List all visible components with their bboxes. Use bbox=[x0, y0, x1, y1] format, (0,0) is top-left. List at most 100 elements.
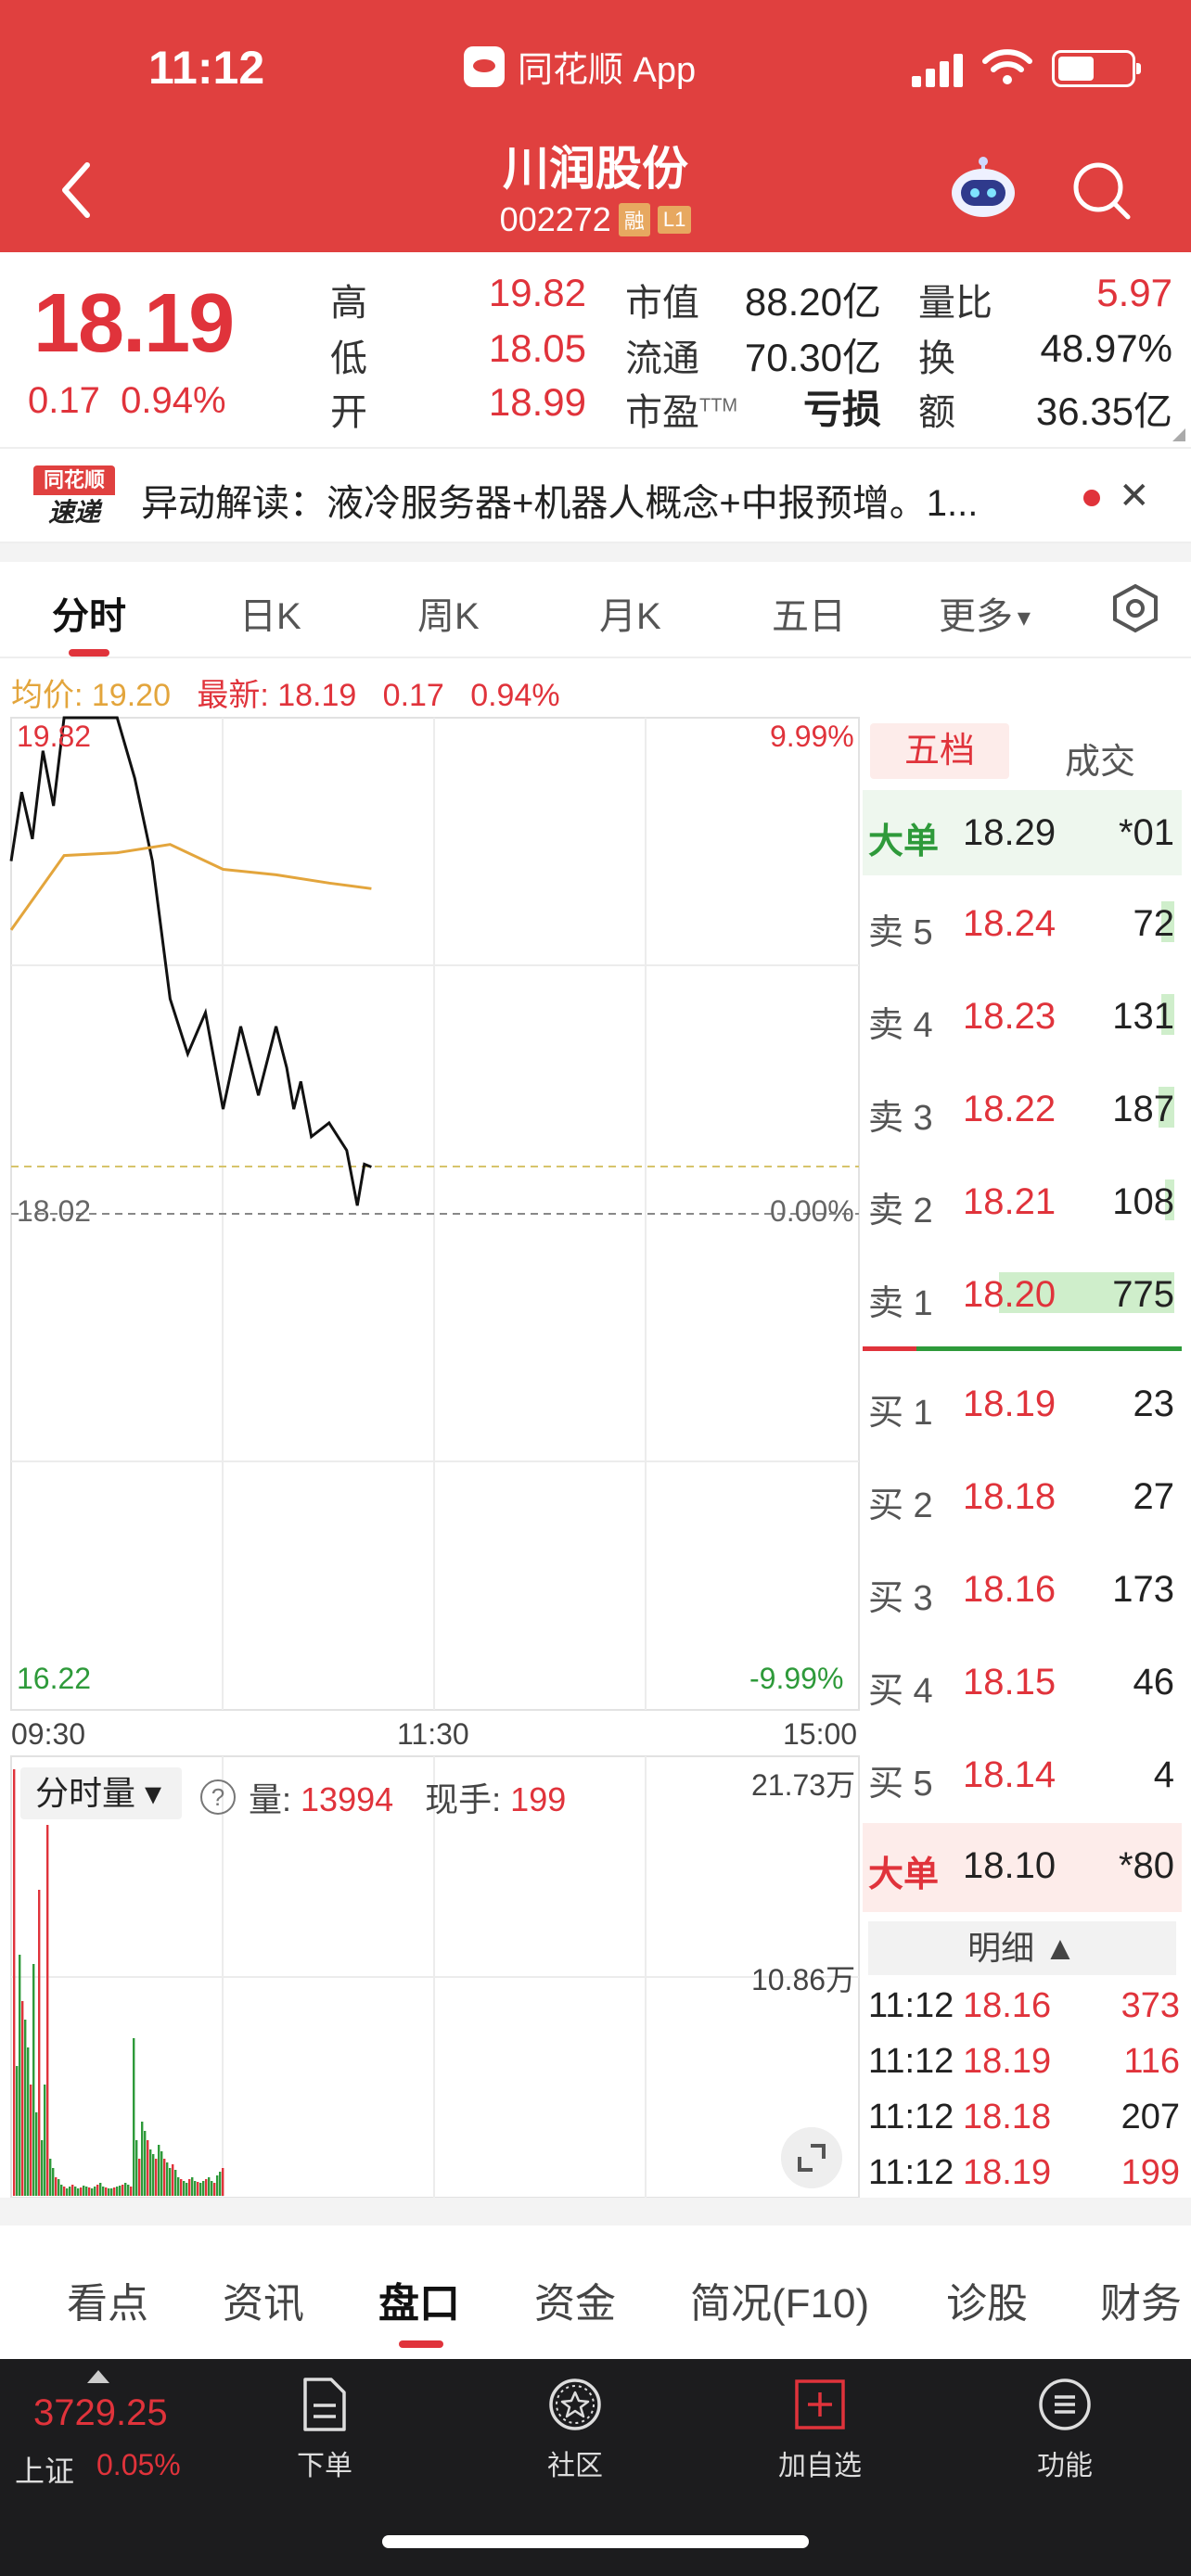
avg-price-line-series bbox=[9, 843, 372, 931]
trade-time: 11:12 bbox=[868, 2098, 954, 2136]
tab-f10-profile[interactable]: 简况(F10) bbox=[690, 2270, 869, 2329]
trade-volume: 207 bbox=[1121, 2098, 1180, 2136]
price-change: 0.17 0.94% bbox=[28, 380, 226, 422]
search-icon[interactable] bbox=[1070, 159, 1133, 223]
volume-bar bbox=[122, 2185, 124, 2196]
level-badge: L1 bbox=[657, 206, 692, 234]
hexagon-settings-icon[interactable] bbox=[1109, 582, 1161, 634]
volume-bar bbox=[71, 2185, 74, 2196]
x-axis-start: 09:30 bbox=[11, 1717, 86, 1751]
trade-time: 11:12 bbox=[868, 2042, 954, 2081]
big-sell-label: 大单 bbox=[868, 823, 940, 861]
bid-volume: 4 bbox=[1153, 1754, 1174, 1795]
amount-value: 36.35亿 bbox=[1035, 389, 1172, 433]
ask-volume: 187 bbox=[1112, 1089, 1174, 1129]
volume-bar bbox=[91, 2188, 94, 2196]
volume-bar bbox=[155, 2159, 158, 2196]
volume-bar bbox=[166, 2162, 169, 2196]
ask-price: 18.22 bbox=[963, 1089, 1057, 1129]
tab-highlights[interactable]: 看点 bbox=[67, 2270, 148, 2329]
tab-news[interactable]: 资讯 bbox=[223, 2270, 304, 2329]
tab-funds[interactable]: 资金 bbox=[534, 2270, 616, 2329]
fullscreen-expand-icon[interactable] bbox=[781, 2127, 842, 2188]
big-sell-price: 18.29 bbox=[963, 812, 1057, 853]
index-price[interactable]: 3729.25 bbox=[33, 2392, 168, 2434]
tab-diagnosis[interactable]: 诊股 bbox=[946, 2270, 1028, 2329]
robot-assistant-icon[interactable] bbox=[948, 156, 1018, 221]
nav-add-watchlist-label: 加自选 bbox=[778, 2451, 862, 2481]
help-icon[interactable]: ? bbox=[200, 1779, 236, 1815]
tab-five-levels[interactable]: 五档 bbox=[870, 723, 1009, 779]
volume-label: 量: 13994 bbox=[249, 1773, 393, 1821]
hand-label-text: 现手: bbox=[425, 1780, 502, 1818]
ask-label: 卖 5 bbox=[868, 913, 933, 952]
tab-more-label: 更多 bbox=[939, 596, 1013, 637]
tab-monthly-k[interactable]: 月K bbox=[599, 586, 661, 640]
latest-pct: 0.94% bbox=[470, 678, 560, 713]
status-app-indicator[interactable]: 同花顺 App bbox=[464, 41, 696, 92]
float-value: 70.30亿 bbox=[744, 336, 881, 379]
tab-intraday[interactable]: 分时 bbox=[52, 586, 126, 640]
bid-volume: 173 bbox=[1112, 1569, 1174, 1610]
index-pct: 0.05% bbox=[96, 2448, 181, 2481]
volume-bar bbox=[222, 2168, 224, 2196]
pe-label: 市盈TTM bbox=[625, 382, 737, 436]
notice-text: 异动解读：液冷服务器+机器人概念+中报预增。1... bbox=[141, 483, 979, 524]
tab-financials[interactable]: 财务 bbox=[1100, 2270, 1182, 2329]
big-buy-vol: *80 bbox=[1118, 1845, 1174, 1886]
volume-bar bbox=[199, 2183, 202, 2196]
ask-label: 卖 1 bbox=[868, 1284, 933, 1323]
volume-bar bbox=[211, 2181, 213, 2196]
volume-bar bbox=[41, 2140, 44, 2196]
detail-toggle[interactable]: 明细 ▲ bbox=[868, 1921, 1176, 1975]
volume-value: 13994 bbox=[301, 1780, 394, 1818]
nav-place-order[interactable]: 下单 bbox=[250, 2376, 399, 2483]
volume-bar bbox=[108, 2188, 110, 2196]
tab-trades[interactable]: 成交 bbox=[1065, 733, 1135, 784]
stock-code: 002272 bbox=[499, 200, 611, 238]
latest-price: 最新: 18.19 bbox=[197, 678, 357, 713]
low-value: 18.05 bbox=[488, 326, 586, 370]
ask-label: 卖 4 bbox=[868, 1006, 933, 1045]
expand-corner-icon[interactable] bbox=[1172, 428, 1185, 441]
bid-label: 买 4 bbox=[868, 1672, 933, 1711]
trade-time: 11:12 bbox=[868, 1986, 954, 2025]
big-buy-order: 大单 18.10 *80 bbox=[863, 1823, 1182, 1912]
orderbook-tabs: 五档 成交 bbox=[863, 716, 1182, 784]
tab-more[interactable]: 更多▼ bbox=[939, 586, 1035, 640]
volume-bar bbox=[49, 2159, 52, 2196]
tab-order-book[interactable]: 盘口 bbox=[378, 2270, 460, 2329]
trade-detail-row: 11:12 18.18 207 bbox=[868, 2098, 1180, 2153]
close-icon[interactable]: ✕ bbox=[1119, 475, 1150, 517]
volume-type-dropdown[interactable]: 分时量 ▾ bbox=[20, 1767, 182, 1819]
volume-bar bbox=[46, 1825, 49, 2196]
info-tabs: 看点 资讯 盘口 资金 简况(F10) 诊股 财务 bbox=[0, 2225, 1191, 2359]
tab-daily-k[interactable]: 日K bbox=[239, 586, 301, 640]
trade-volume: 373 bbox=[1121, 1986, 1180, 2025]
bid-label: 买 5 bbox=[868, 1765, 933, 1804]
volume-bar bbox=[169, 2168, 172, 2196]
ask-level: 卖 4 18.23 131 bbox=[863, 974, 1182, 1059]
intraday-chart[interactable] bbox=[0, 714, 863, 2198]
anomaly-notice[interactable]: 同花顺 速递 异动解读：液冷服务器+机器人概念+中报预增。1... ✕ bbox=[0, 447, 1191, 543]
turnover-label: 换 bbox=[918, 338, 955, 379]
tab-weekly-k[interactable]: 周K bbox=[417, 586, 480, 640]
active-info-tab-indicator bbox=[399, 2340, 443, 2348]
volume-bar bbox=[38, 1890, 41, 2196]
volume-info: ? 量: 13994 现手: 199 bbox=[200, 1773, 566, 1821]
volume-bar bbox=[197, 2182, 199, 2196]
volume-bar bbox=[58, 2179, 60, 2196]
volume-bar bbox=[24, 2020, 27, 2196]
nav-community[interactable]: 社区 bbox=[501, 2376, 649, 2483]
home-indicator[interactable] bbox=[382, 2535, 809, 2548]
bid-ask-split bbox=[863, 1346, 1182, 1351]
mktcap-label: 市值 bbox=[625, 283, 699, 324]
tab-five-day[interactable]: 五日 bbox=[772, 586, 846, 640]
trade-detail-row: 11:12 18.19 116 bbox=[868, 2042, 1180, 2098]
avg-price: 均价: 19.20 bbox=[11, 678, 171, 713]
volume-bar bbox=[66, 2188, 69, 2196]
nav-add-watchlist[interactable]: 加自选 bbox=[746, 2376, 894, 2483]
nav-functions[interactable]: 功能 bbox=[991, 2376, 1139, 2483]
volume-bar bbox=[55, 2177, 58, 2196]
volume-bar bbox=[116, 2187, 119, 2196]
